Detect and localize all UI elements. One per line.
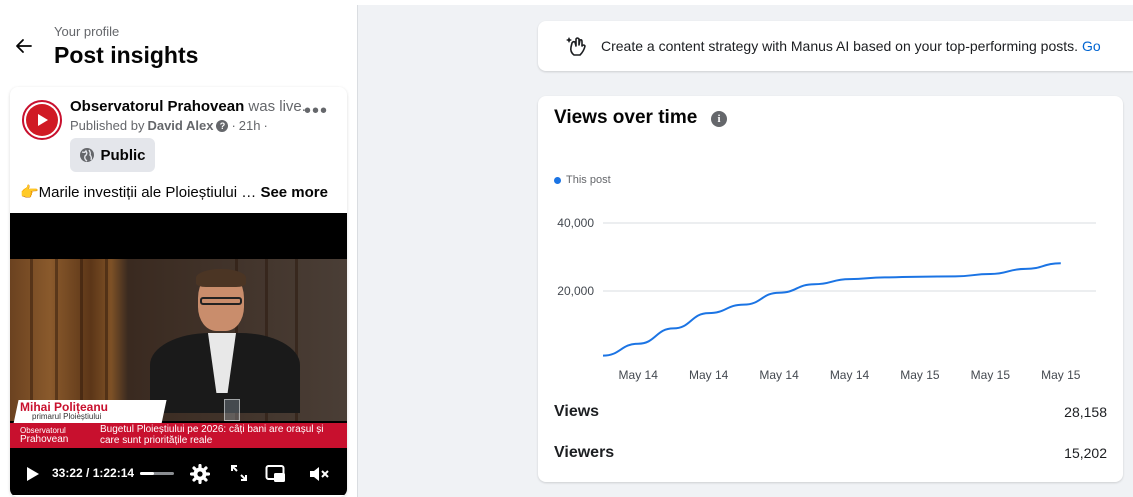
page-title: Post insights	[54, 42, 199, 68]
video-frame	[10, 259, 347, 421]
background-slat	[80, 259, 83, 421]
manus-ai-banner[interactable]: Create a content strategy with Manus AI …	[538, 21, 1133, 71]
y-tick-label: 20,000	[557, 284, 594, 298]
sparkle-hand-icon	[566, 34, 590, 63]
y-tick-label: 40,000	[557, 216, 594, 230]
views-over-time-card: Views over time i This post 20,000 40,000…	[538, 96, 1123, 482]
video-time: 33:22 / 1:22:14	[52, 466, 135, 480]
legend-label: This post	[566, 174, 611, 186]
arrow-left-icon	[16, 39, 32, 53]
viewers-label: Viewers	[554, 444, 615, 461]
views-label: Views	[554, 403, 600, 420]
back-button[interactable]	[10, 32, 38, 60]
x-tick-label: May 14	[830, 368, 870, 382]
fullscreen-button[interactable]	[230, 464, 248, 487]
settings-button[interactable]	[189, 463, 211, 489]
avatar-logo	[26, 104, 58, 136]
post-body-text: 👉Marile investiții ale Ploieștiului	[20, 184, 238, 201]
chart-title: Views over time	[554, 107, 698, 128]
channel-logo: Observatorul Prahovean	[20, 426, 69, 445]
fullscreen-icon	[231, 465, 247, 481]
more-options-button[interactable]: •••	[304, 101, 328, 121]
miniplayer-icon	[265, 465, 285, 482]
miniplayer-button[interactable]	[265, 464, 287, 489]
page-avatar[interactable]	[22, 100, 62, 140]
series-line	[602, 262, 1061, 357]
ellipsis: …	[241, 184, 261, 201]
settings-icon	[189, 463, 211, 485]
see-more-link[interactable]: See more	[260, 184, 328, 201]
views-stat-row: Views 28,158	[554, 403, 1107, 421]
video-controls: 33:22 / 1:22:14	[10, 458, 347, 490]
views-line-chart: 20,000 40,000 May 14 May 14 May 14 May 14 May …	[557, 216, 1096, 382]
x-tick-label: May 15	[1041, 368, 1081, 382]
views-value: 28,158	[1064, 404, 1107, 420]
play-button[interactable]	[24, 466, 40, 487]
background-slat	[55, 259, 58, 421]
x-tick-label: May 14	[759, 368, 799, 382]
logo-line2: Prahovean	[20, 434, 69, 445]
privacy-label: Public	[100, 146, 146, 164]
video-player[interactable]: Mihai Polițeanu primarul Ploieștiului Ob…	[10, 213, 347, 495]
speaker-glasses	[200, 297, 242, 305]
legend-dot	[554, 176, 561, 184]
play-icon	[27, 467, 39, 481]
post-insights-panel: Your profile Post insights Observatorul …	[0, 5, 358, 497]
post-header: Observatorul Prahovean was live.	[70, 98, 306, 115]
mute-icon	[310, 467, 329, 481]
published-by-label: Published by	[70, 118, 145, 133]
viewers-value: 15,202	[1064, 445, 1107, 461]
x-tick-label: May 15	[971, 368, 1011, 382]
mute-button[interactable]	[308, 464, 330, 489]
background-slat	[30, 259, 33, 421]
play-logo-icon	[38, 114, 48, 126]
chart-legend: This post	[554, 174, 611, 186]
post-action: was live.	[248, 98, 306, 115]
banner-message: Create a content strategy with Manus AI …	[601, 38, 1079, 54]
post-text: 👉Marile investiții ale Ploieștiului … Se…	[20, 183, 340, 201]
lower-third-headline: Bugetul Ploieștiului pe 2026: câți bani …	[100, 424, 324, 446]
banner-text: Create a content strategy with Manus AI …	[601, 38, 1101, 54]
x-tick-label: May 14	[689, 368, 729, 382]
x-tick-label: May 14	[619, 368, 659, 382]
banner-link[interactable]: Go	[1082, 38, 1101, 54]
help-icon[interactable]: ?	[216, 119, 229, 132]
info-icon[interactable]: i	[711, 111, 727, 127]
globe-icon	[80, 148, 95, 162]
x-tick-label: May 15	[900, 368, 940, 382]
post-meta: Published by David Alex ? · 21h ·	[70, 118, 268, 133]
viewers-stat-row: Viewers 15,202	[554, 444, 1107, 462]
breadcrumb[interactable]: Your profile	[54, 24, 119, 39]
page-name-link[interactable]: Observatorul Prahovean	[70, 98, 244, 115]
water-glass	[224, 399, 240, 421]
background-slat	[105, 259, 108, 421]
meta-separator: ·	[231, 118, 236, 133]
lower-third-role: primarul Ploieștiului	[32, 412, 102, 421]
publisher-name[interactable]: David Alex	[147, 118, 213, 133]
post-card: Observatorul Prahovean was live. Publish…	[10, 87, 347, 497]
privacy-button[interactable]: Public	[70, 138, 155, 172]
post-age[interactable]: 21h	[239, 118, 261, 133]
meta-separator: ·	[263, 118, 268, 133]
video-progress-fill	[140, 472, 154, 475]
speaker-hair	[196, 269, 246, 287]
video-progress[interactable]	[140, 472, 174, 475]
